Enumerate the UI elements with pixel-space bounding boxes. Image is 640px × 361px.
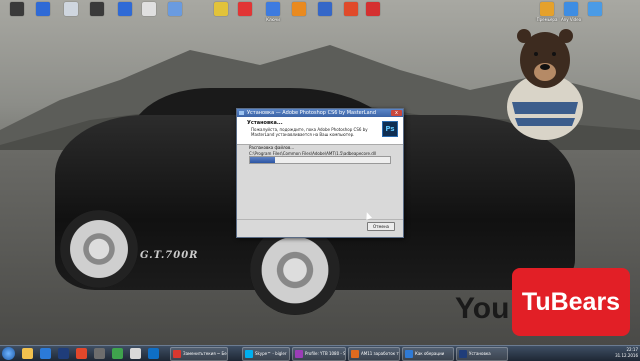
- system-tray-clock[interactable]: 22:17 31.12.2016: [615, 347, 638, 359]
- dialog-titlebar[interactable]: Установка — Adobe Photoshop CS6 by Maste…: [237, 109, 403, 117]
- start-button[interactable]: [2, 347, 15, 360]
- app-icon: [344, 2, 358, 16]
- app-icon: [142, 2, 156, 16]
- app-icon: [168, 2, 182, 16]
- app-icon: [10, 2, 24, 16]
- task-app-icon: [245, 350, 253, 358]
- desktop-shortcut[interactable]: [4, 2, 30, 17]
- cancel-button[interactable]: Отмена: [367, 222, 395, 231]
- front-wheel: [60, 210, 138, 288]
- close-button[interactable]: x: [391, 110, 402, 116]
- app-icon: [36, 2, 50, 16]
- app-icon: [292, 2, 306, 16]
- bear-image: [507, 29, 583, 140]
- app-icon: [540, 2, 554, 16]
- window-icon: [239, 111, 244, 115]
- pinned-app-icon[interactable]: [76, 348, 87, 359]
- desktop-shortcut[interactable]: [162, 2, 188, 17]
- task-app-icon: [173, 350, 181, 358]
- task-label: AM11 заработок ты: [361, 351, 400, 356]
- status-text: Распаковка файлов...: [249, 145, 295, 150]
- app-icon: [64, 2, 78, 16]
- desktop-shortcut[interactable]: [582, 2, 608, 17]
- app-icon: [214, 2, 228, 16]
- dialog-header: Установка... Пожалуйста, подождите, пока…: [237, 117, 403, 145]
- desktop-shortcut[interactable]: [136, 2, 162, 17]
- desktop-shortcut[interactable]: [30, 2, 56, 17]
- watermark-text: You: [455, 292, 510, 325]
- task-label: Заменитьтекия ~ Бе: [183, 351, 227, 356]
- app-icon: [588, 2, 602, 16]
- taskbar-task-button[interactable]: Заменитьтекия ~ Бе: [170, 347, 228, 361]
- taskbar-task-button[interactable]: Skype™ - bigler: [242, 347, 290, 361]
- pinned-app-icon[interactable]: [112, 348, 123, 359]
- pinned-app-icon[interactable]: [40, 348, 51, 359]
- desktop-shortcut[interactable]: Any Video: [558, 2, 584, 22]
- pinned-app-icon[interactable]: [58, 348, 69, 359]
- app-icon: [318, 2, 332, 16]
- taskbar-task-button[interactable]: Profile: YTB 1080 - Sh: [292, 347, 346, 361]
- pinned-app-icon[interactable]: [130, 348, 141, 359]
- app-icon: [118, 2, 132, 16]
- rear-wheel: [250, 225, 340, 315]
- desktop-shortcut[interactable]: Ключи: [260, 2, 286, 22]
- desktop-shortcut[interactable]: [208, 2, 234, 17]
- desktop-shortcut[interactable]: [232, 2, 258, 17]
- app-icon: [266, 2, 280, 16]
- task-app-icon: [405, 350, 413, 358]
- car-stripe-text: G.T.700R: [140, 250, 199, 261]
- photoshop-icon: Ps: [382, 121, 398, 137]
- taskbar-task-button[interactable]: Как оберации: [402, 347, 454, 361]
- shortcut-label: Ключи: [266, 17, 280, 22]
- app-icon: [366, 2, 380, 16]
- desktop-shortcut[interactable]: [312, 2, 338, 17]
- desktop-shortcut[interactable]: [84, 2, 110, 17]
- task-label: Skype™ - bigler: [255, 351, 287, 356]
- tray-date: 31.12.2016: [615, 353, 638, 358]
- task-app-icon: [351, 350, 359, 358]
- taskbar: Заменитьтекия ~ Бе Skype™ - bigler Profile…: [0, 345, 640, 361]
- app-icon: [564, 2, 578, 16]
- desktop-shortcut[interactable]: [286, 2, 312, 17]
- desktop-shortcut[interactable]: [58, 2, 84, 17]
- taskbar-task-button[interactable]: AM11 заработок ты: [348, 347, 400, 361]
- progress-fill: [250, 157, 276, 163]
- task-app-icon: [295, 350, 303, 358]
- desktop-shortcut[interactable]: Премьера: [534, 2, 560, 22]
- task-label: Profile: YTB 1080 - Sh: [305, 351, 346, 356]
- shortcut-label: Премьера: [536, 17, 558, 22]
- desktop-shortcut[interactable]: [360, 2, 386, 17]
- dialog-subtitle: Пожалуйста, подождите, пока Adobe Photos…: [251, 127, 368, 137]
- dialog-title: Установка — Adobe Photoshop CS6 by Maste…: [247, 110, 376, 116]
- pinned-app-icon[interactable]: [22, 348, 33, 359]
- taskbar-task-button[interactable]: Установка: [456, 347, 508, 361]
- progress-bar: [249, 156, 391, 164]
- installer-dialog: Установка — Adobe Photoshop CS6 by Maste…: [236, 108, 404, 238]
- desktop-shortcut[interactable]: [112, 2, 138, 17]
- pinned-app-icon[interactable]: [94, 348, 105, 359]
- task-label: Установка: [469, 351, 491, 356]
- dialog-divider: [237, 219, 403, 220]
- task-label: Как оберации: [415, 351, 445, 356]
- pinned-app-icon[interactable]: [148, 348, 159, 359]
- dialog-heading: Установка...: [247, 120, 283, 126]
- task-app-icon: [459, 350, 467, 358]
- shortcut-label: Any Video: [560, 17, 582, 22]
- tubears-logo: TuBears: [512, 268, 630, 336]
- app-icon: [238, 2, 252, 16]
- app-icon: [90, 2, 104, 16]
